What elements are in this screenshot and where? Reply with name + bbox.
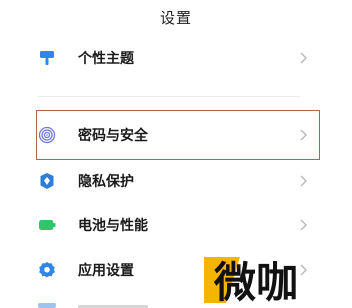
settings-item-theme[interactable]: 个性主题 (0, 36, 352, 80)
settings-item-label: 个性主题 (78, 51, 134, 67)
highlight-frame (36, 110, 320, 160)
settings-item-battery[interactable]: 电池与性能 (0, 203, 352, 247)
battery-icon (39, 220, 56, 230)
settings-item-privacy[interactable]: 隐私保护 (0, 159, 352, 203)
gear-icon (39, 262, 55, 278)
settings-screen: 设置 个性主题 密码与安全 隐私保护 电池与性能 应用设置 微咖 (0, 0, 352, 308)
privacy-shield-icon (40, 173, 54, 189)
settings-item-label: 应用设置 (78, 263, 134, 279)
settings-item-label: 电池与性能 (78, 218, 148, 234)
chevron-right-icon (300, 52, 307, 64)
paint-roller-icon (40, 51, 54, 65)
settings-item-label: 隐私保护 (78, 174, 134, 190)
chevron-right-icon (300, 175, 307, 187)
watermark-logo: 微咖 (204, 257, 298, 305)
chevron-right-icon (300, 219, 307, 231)
page-title: 设置 (159, 9, 192, 27)
svg-text:微咖: 微咖 (213, 258, 298, 305)
settings-item-partial (38, 303, 148, 308)
divider (38, 96, 300, 97)
